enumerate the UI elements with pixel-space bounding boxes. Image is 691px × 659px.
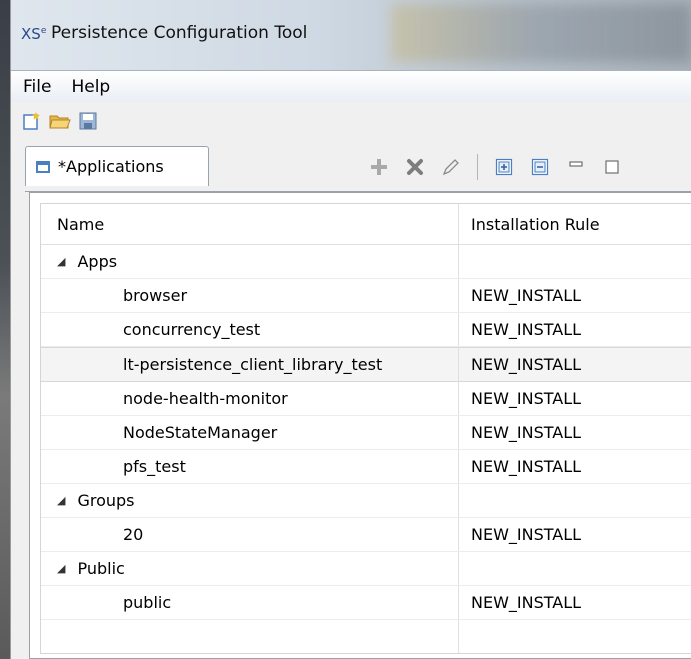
table-row[interactable]: 20 NEW_INSTALL (41, 518, 691, 552)
applications-view: Name Installation Rule ◢ Apps browser NEW_I… (29, 192, 691, 659)
toolbar-separator (477, 154, 478, 180)
row-name: pfs_test (41, 450, 459, 483)
row-name: node-health-monitor (41, 382, 459, 415)
row-installation-rule[interactable]: NEW_INSTALL (459, 348, 691, 381)
view-tab-bar: *Applications (11, 140, 691, 192)
menu-file[interactable]: File (11, 77, 61, 97)
minimize-icon[interactable] (566, 157, 586, 177)
row-name: concurrency_test (41, 313, 459, 346)
menu-bar: File Help (11, 70, 691, 102)
maximize-icon[interactable] (602, 157, 622, 177)
row-installation-rule[interactable]: NEW_INSTALL (459, 416, 691, 449)
edit-icon[interactable] (441, 157, 461, 177)
tree-group-label: Groups (77, 491, 135, 510)
open-folder-icon[interactable] (49, 110, 71, 132)
tree-group-rule-cell (459, 552, 691, 585)
tree-group-row[interactable]: ◢ Public (41, 552, 691, 586)
column-header-name[interactable]: Name (41, 204, 459, 244)
table-row[interactable]: node-health-monitor NEW_INSTALL (41, 382, 691, 416)
row-name: 20 (41, 518, 459, 551)
tree-group-cell: ◢ Groups (41, 484, 459, 517)
tree-group-row[interactable]: ◢ Apps (41, 245, 691, 279)
empty-row (41, 620, 691, 653)
table-row[interactable]: lt-persistence_client_library_test NEW_IN… (41, 347, 691, 382)
tree-group-rule-cell (459, 245, 691, 278)
empty-name-cell (41, 620, 459, 653)
delete-icon[interactable] (405, 157, 425, 177)
tree-group-row[interactable]: ◢ Groups (41, 484, 691, 518)
row-installation-rule[interactable]: NEW_INSTALL (459, 450, 691, 483)
table-row[interactable]: concurrency_test NEW_INSTALL (41, 313, 691, 347)
tab-applications[interactable]: *Applications (25, 146, 209, 186)
title-bar-blur (391, 4, 691, 62)
row-installation-rule[interactable]: NEW_INSTALL (459, 382, 691, 415)
table-row[interactable]: public NEW_INSTALL (41, 586, 691, 620)
app-window: XSe Persistence Configuration Tool File … (10, 0, 691, 659)
app-logo-icon: XSe (21, 25, 47, 43)
expand-all-icon[interactable] (494, 157, 514, 177)
title-bar[interactable]: XSe Persistence Configuration Tool (11, 0, 691, 70)
column-header-installation-rule[interactable]: Installation Rule (459, 204, 691, 244)
table-header: Name Installation Rule (41, 204, 691, 245)
row-installation-rule[interactable]: NEW_INSTALL (459, 586, 691, 619)
collapse-all-icon[interactable] (530, 157, 550, 177)
expanded-triangle-icon[interactable]: ◢ (57, 562, 65, 575)
save-icon[interactable] (77, 110, 99, 132)
expanded-triangle-icon[interactable]: ◢ (57, 494, 65, 507)
new-file-icon[interactable] (21, 110, 43, 132)
empty-rule-cell (459, 620, 691, 653)
desktop-edge (0, 0, 10, 659)
row-name: NodeStateManager (41, 416, 459, 449)
tree-group-label: Public (77, 559, 125, 578)
table-body: ◢ Apps browser NEW_INSTALL concurrency_test N… (41, 245, 691, 653)
main-toolbar (11, 102, 691, 140)
row-name: lt-persistence_client_library_test (41, 348, 459, 381)
table-row[interactable]: pfs_test NEW_INSTALL (41, 450, 691, 484)
row-installation-rule[interactable]: NEW_INSTALL (459, 313, 691, 346)
tree-group-label: Apps (77, 252, 118, 271)
view-icon (36, 160, 50, 173)
row-name: public (41, 586, 459, 619)
row-installation-rule[interactable]: NEW_INSTALL (459, 279, 691, 312)
tab-label: *Applications (58, 157, 164, 176)
row-name: browser (41, 279, 459, 312)
table-row[interactable]: browser NEW_INSTALL (41, 279, 691, 313)
add-icon[interactable] (369, 157, 389, 177)
row-installation-rule[interactable]: NEW_INSTALL (459, 518, 691, 551)
applications-tree-table: Name Installation Rule ◢ Apps browser NEW_I… (40, 203, 691, 654)
table-row[interactable]: NodeStateManager NEW_INSTALL (41, 416, 691, 450)
view-toolbar (369, 152, 622, 182)
window-title: Persistence Configuration Tool (51, 23, 308, 43)
expanded-triangle-icon[interactable]: ◢ (57, 255, 65, 268)
menu-help[interactable]: Help (61, 77, 120, 97)
tree-group-cell: ◢ Apps (41, 245, 459, 278)
tree-group-cell: ◢ Public (41, 552, 459, 585)
tree-group-rule-cell (459, 484, 691, 517)
